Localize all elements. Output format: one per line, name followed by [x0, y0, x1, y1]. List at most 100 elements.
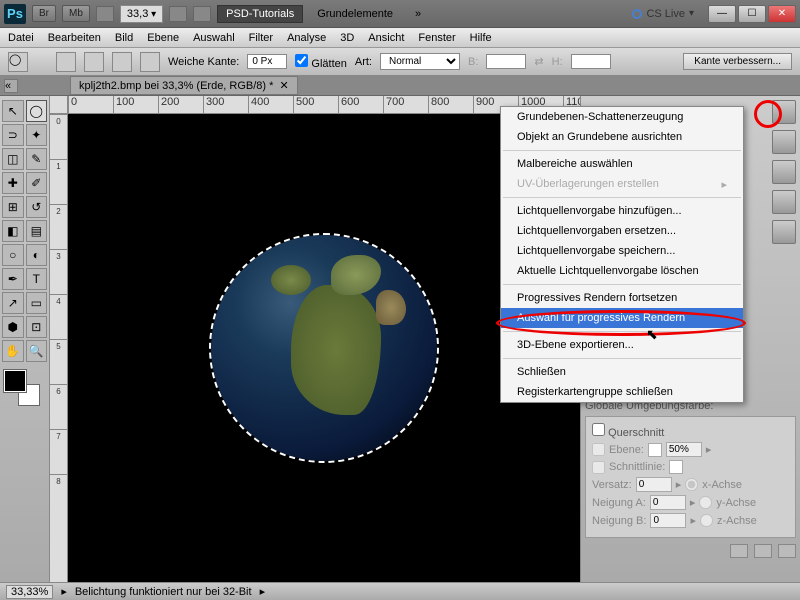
ruler-vertical[interactable]: 012345678	[50, 114, 68, 582]
layers-panel-icon[interactable]	[772, 220, 796, 244]
menu-edit[interactable]: Bearbeiten	[48, 32, 101, 44]
cslive-icon	[632, 9, 642, 19]
move-tool[interactable]: ↖	[2, 100, 24, 122]
subtract-selection-icon[interactable]	[112, 52, 132, 72]
type-tool[interactable]: T	[26, 268, 48, 290]
bridge-button[interactable]: Br	[32, 5, 56, 22]
color-panel-icon[interactable]	[772, 100, 796, 124]
workspace-more[interactable]: »	[407, 6, 429, 22]
menu-select[interactable]: Auswahl	[193, 32, 235, 44]
zoom-level[interactable]: 33,3 ▾	[120, 5, 163, 23]
shape-tool[interactable]: ▭	[26, 292, 48, 314]
earth-3d-object	[211, 235, 437, 461]
menu-progressive-render-selection[interactable]: Auswahl für progressives Rendern	[501, 308, 743, 328]
height-label: H:	[552, 56, 563, 68]
menu-view[interactable]: Ansicht	[368, 32, 404, 44]
menu-resume-render[interactable]: Progressives Rendern fortsetzen	[501, 288, 743, 308]
color-swatches[interactable]	[2, 370, 42, 406]
eyedropper-tool[interactable]: ✎	[26, 148, 48, 170]
menu-image[interactable]: Bild	[115, 32, 133, 44]
adjust-panel-icon[interactable]	[772, 160, 796, 184]
mask-panel-icon[interactable]	[772, 190, 796, 214]
3d-camera-tool[interactable]: ⊡	[26, 316, 48, 338]
zoom-tool[interactable]: 🔍	[26, 340, 48, 362]
menu-shadow-gen[interactable]: Grundebenen-Schattenerzeugung	[501, 107, 743, 127]
menu-filter[interactable]: Filter	[249, 32, 273, 44]
swatches-panel-icon[interactable]	[772, 130, 796, 154]
tab-nav-icon[interactable]: «	[4, 79, 18, 93]
close-button[interactable]: ✕	[768, 5, 796, 23]
status-nav-icon[interactable]: ▸	[61, 585, 67, 598]
hand-tool[interactable]: ✋	[2, 340, 24, 362]
menu-save-light-preset[interactable]: Lichtquellenvorgabe speichern...	[501, 241, 743, 261]
panel-flyout-menu: Grundebenen-Schattenerzeugung Objekt an …	[500, 106, 744, 403]
eraser-tool[interactable]: ◧	[2, 220, 24, 242]
menu-uv-overlays: UV-Überlagerungen erstellen	[501, 174, 743, 194]
tab-close-icon[interactable]: ✕	[279, 79, 288, 92]
y-axis-radio	[699, 496, 712, 509]
menu-file[interactable]: Datei	[8, 32, 34, 44]
workspace-switcher-active[interactable]: PSD-Tutorials	[217, 5, 303, 23]
menu-replace-light-preset[interactable]: Lichtquellenvorgaben ersetzen...	[501, 221, 743, 241]
title-bar: Ps Br Mb 33,3 ▾ PSD-Tutorials Grundeleme…	[0, 0, 800, 28]
blur-tool[interactable]: ○	[2, 244, 24, 266]
cs-live[interactable]: CS Live ▾	[632, 8, 694, 20]
menu-3d[interactable]: 3D	[340, 32, 354, 44]
menu-close-tab-group[interactable]: Registerkartengruppe schließen	[501, 382, 743, 402]
view-extras-icon[interactable]	[96, 6, 114, 22]
workspace-switcher-item[interactable]: Grundelemente	[309, 6, 401, 22]
new-selection-icon[interactable]	[56, 52, 76, 72]
foreground-color[interactable]	[4, 370, 26, 392]
3d-tool[interactable]: ⬢	[2, 316, 24, 338]
intersect-selection-icon[interactable]	[140, 52, 160, 72]
menu-help[interactable]: Hilfe	[470, 32, 492, 44]
gradient-tool[interactable]: ▤	[26, 220, 48, 242]
menu-layer[interactable]: Ebene	[147, 32, 179, 44]
status-bar: 33,33% ▸ Belichtung funktioniert nur bei…	[0, 582, 800, 600]
menu-paint-areas[interactable]: Malbereiche auswählen	[501, 154, 743, 174]
minibridge-button[interactable]: Mb	[62, 5, 90, 22]
width-input	[486, 54, 526, 69]
toggle-light-icon[interactable]	[730, 544, 748, 558]
document-tab[interactable]: kplj2th2.bmp bei 33,3% (Erde, RGB/8) * ✕	[70, 76, 298, 95]
wand-tool[interactable]: ✦	[26, 124, 48, 146]
arrange-icon[interactable]	[169, 6, 187, 22]
new-light-icon[interactable]	[754, 544, 772, 558]
feather-input[interactable]	[247, 54, 287, 69]
ruler-origin[interactable]	[50, 96, 68, 114]
feather-label: Weiche Kante:	[168, 56, 239, 68]
add-selection-icon[interactable]	[84, 52, 104, 72]
panel-dock	[768, 96, 800, 248]
status-zoom[interactable]: 33,33%	[6, 585, 53, 599]
pen-tool[interactable]: ✒	[2, 268, 24, 290]
status-more-icon[interactable]: ▸	[260, 585, 266, 598]
cross-section-checkbox[interactable]: Querschnitt	[592, 427, 664, 439]
menu-window[interactable]: Fenster	[418, 32, 455, 44]
app-logo: Ps	[4, 4, 26, 24]
refine-edge-button[interactable]: Kante verbessern...	[683, 53, 792, 70]
style-select[interactable]: Normal	[380, 53, 460, 70]
dodge-tool[interactable]: ◐	[26, 244, 48, 266]
menu-export-3d[interactable]: 3D-Ebene exportieren...	[501, 335, 743, 355]
path-tool[interactable]: ↗	[2, 292, 24, 314]
menu-add-light-preset[interactable]: Lichtquellenvorgabe hinzufügen...	[501, 201, 743, 221]
history-brush-tool[interactable]: ↺	[26, 196, 48, 218]
brush-tool[interactable]: ✐	[26, 172, 48, 194]
delete-icon[interactable]	[778, 544, 796, 558]
maximize-button[interactable]: ☐	[738, 5, 766, 23]
tool-preset-icon[interactable]: ◯	[8, 52, 28, 72]
lasso-tool[interactable]: ⊃	[2, 124, 24, 146]
menu-delete-light-preset[interactable]: Aktuelle Lichtquellenvorgabe löschen	[501, 261, 743, 281]
menu-close[interactable]: Schließen	[501, 362, 743, 382]
tilt-b-input	[650, 513, 686, 528]
marquee-tool[interactable]: ◯	[26, 100, 48, 122]
menu-snap-ground[interactable]: Objekt an Grundebene ausrichten	[501, 127, 743, 147]
antialias-checkbox[interactable]: Glätten	[295, 54, 347, 70]
menu-analysis[interactable]: Analyse	[287, 32, 326, 44]
stamp-tool[interactable]: ⊞	[2, 196, 24, 218]
crop-tool[interactable]: ◫	[2, 148, 24, 170]
toolbox: ↖◯ ⊃✦ ◫✎ ✚✐ ⊞↺ ◧▤ ○◐ ✒T ↗▭ ⬢⊡ ✋🔍	[0, 96, 50, 582]
heal-tool[interactable]: ✚	[2, 172, 24, 194]
minimize-button[interactable]: —	[708, 5, 736, 23]
screen-mode-icon[interactable]	[193, 6, 211, 22]
